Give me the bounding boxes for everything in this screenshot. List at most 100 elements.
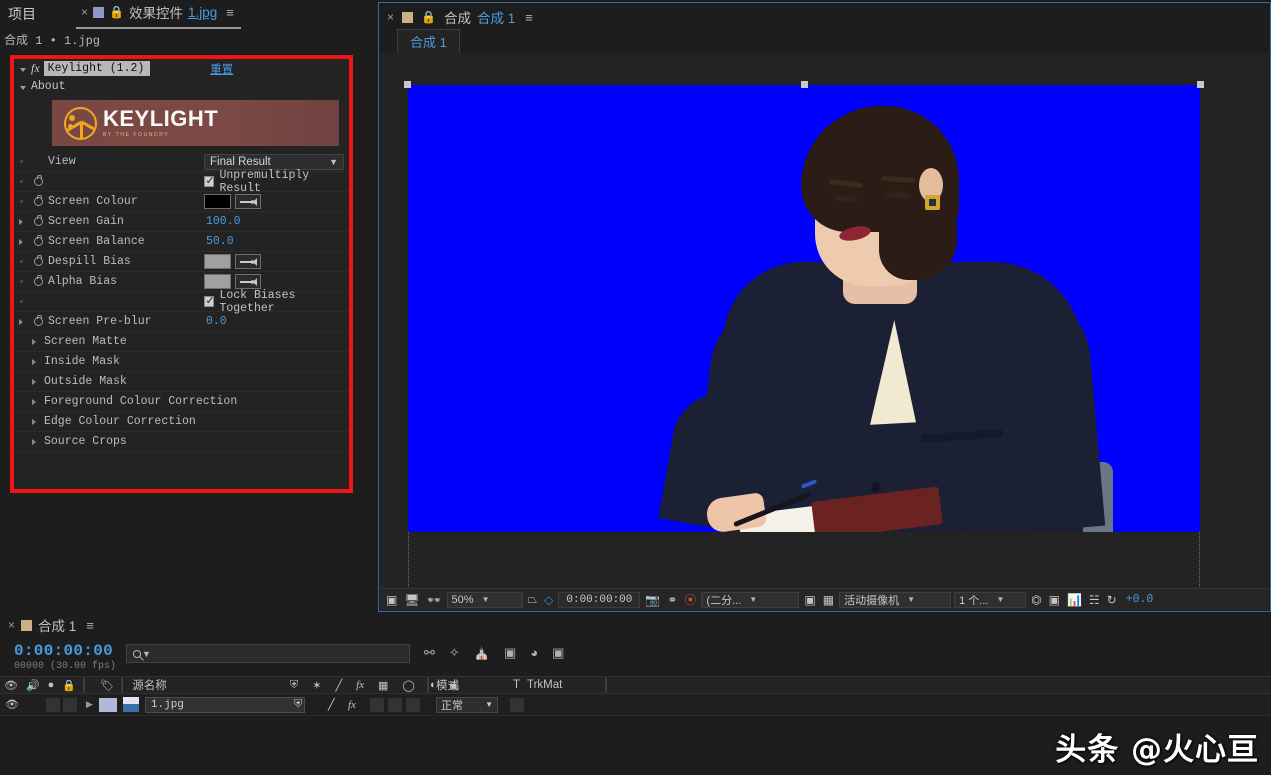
draft-3d-icon[interactable]: ✧ [449, 645, 460, 661]
track-matte-cell[interactable] [510, 697, 524, 712]
frame-handle[interactable] [801, 81, 808, 88]
expand-arrow-icon[interactable]: ▶ [86, 699, 93, 710]
effect-name[interactable]: Keylight (1.2) [43, 61, 151, 76]
hide-shy-layers-icon[interactable]: ⛪ [474, 645, 490, 661]
layer-label-swatch[interactable] [98, 697, 117, 712]
fx-icon[interactable]: fx [352, 679, 368, 691]
expand-arrow-icon[interactable] [32, 338, 36, 345]
unpremultiply-checkbox[interactable]: Unpremultiply Result [204, 169, 349, 195]
switch-cell[interactable] [388, 697, 402, 712]
current-time[interactable]: 0:00:00:00 [14, 642, 116, 660]
section-foreground-colour-correction[interactable]: Foreground Colour Correction [14, 392, 349, 412]
viewer-canvas[interactable] [380, 53, 1269, 588]
stopwatch-icon[interactable] [28, 234, 48, 246]
solo-icon[interactable]: ● [44, 679, 59, 691]
resolution-select[interactable]: (二分... ▼ [701, 591, 800, 608]
stopwatch-icon[interactable] [28, 254, 48, 266]
expand-arrow[interactable] [14, 218, 28, 225]
param-row-screen-gain[interactable]: Screen Gain 100.0 [14, 212, 349, 232]
alpha-bias-swatch[interactable] [204, 274, 231, 289]
param-row-unpremultiply[interactable]: Unpremultiply Result [14, 169, 349, 195]
about-section-header[interactable]: About [14, 78, 349, 95]
layer-visibility-toggle[interactable]: 👁 [0, 698, 24, 711]
composition-frame[interactable] [404, 81, 1204, 532]
reset-button[interactable]: 重置 [210, 61, 233, 77]
fx-icon[interactable]: fx [348, 699, 356, 711]
exposure-value[interactable]: +0.0 [1126, 593, 1154, 606]
audio-speaker-icon[interactable]: 🔊 [22, 679, 44, 692]
comp-navigator-chip[interactable]: 合成 1 [397, 29, 460, 55]
expand-arrow-icon[interactable] [32, 378, 36, 385]
snapshot-icon[interactable]: 📷 [643, 593, 662, 607]
comp-flowchart-icon[interactable]: ☵ [1087, 593, 1102, 607]
timeline-icon[interactable]: 📊 [1065, 593, 1084, 607]
param-row-despill-bias[interactable]: Despill Bias [14, 252, 349, 272]
alpha-bias-controls[interactable] [204, 274, 261, 289]
show-snapshot-icon[interactable]: ⚭ [665, 593, 679, 607]
switch-cell[interactable] [406, 697, 420, 712]
lock-icon[interactable]: 🔒 [421, 10, 436, 25]
frame-handle[interactable] [404, 81, 411, 88]
zoom-select[interactable]: 50% ▼ [446, 591, 523, 608]
always-preview-icon[interactable]: ▣ [384, 593, 399, 607]
toggle-mask-icon[interactable]: ▦ [821, 593, 836, 607]
stopwatch-icon[interactable] [28, 314, 48, 326]
stopwatch-icon[interactable] [28, 174, 48, 186]
table-row[interactable]: 👁 ▶ 1.jpg ⛨ ╱ fx 正常 ▼ [0, 694, 1271, 716]
reset-exposure-icon[interactable]: ↻ [1105, 593, 1119, 607]
3d-layer-icon[interactable]: ✶ [308, 679, 325, 692]
expand-arrow-icon[interactable] [32, 398, 36, 405]
stopwatch-icon[interactable] [28, 274, 48, 286]
parent-icon[interactable]: ⛨ [286, 679, 302, 692]
search-input[interactable]: ▼ [126, 644, 410, 663]
eyedropper-icon[interactable] [235, 254, 261, 269]
tab-effect-controls[interactable]: × 🔒 效果控件 1.jpg ≡ [76, 0, 241, 29]
frame-blending-icon[interactable]: ▣ [504, 645, 516, 661]
column-source-name[interactable]: 源名称 [132, 677, 167, 693]
param-row-screen-colour[interactable]: Screen Colour [14, 192, 349, 212]
layer-lock-cell[interactable] [62, 697, 77, 712]
views-select[interactable]: 1 个... ▼ [954, 591, 1027, 608]
effect-header[interactable]: fx Keylight (1.2) 重置 [14, 59, 349, 78]
frame-handle[interactable] [1197, 81, 1204, 88]
screen-colour-swatch[interactable] [204, 194, 231, 209]
section-inside-mask[interactable]: Inside Mask [14, 352, 349, 372]
label-icon[interactable]: 🏷 [96, 679, 118, 692]
stopwatch-icon[interactable] [28, 214, 48, 226]
current-time-display[interactable]: 0:00:00:00 00000 (30.00 fps) [0, 636, 116, 672]
expand-arrow[interactable] [14, 318, 28, 325]
region-of-interest-icon[interactable]: ◇ [542, 593, 555, 607]
lock-biases-checkbox[interactable]: Lock Biases Together [204, 289, 349, 315]
layer-solo-cell[interactable] [45, 697, 60, 712]
layer-mode-select[interactable]: 正常 ▼ [436, 696, 498, 713]
layer-name[interactable]: 1.jpg [144, 696, 305, 713]
column-trkmat[interactable]: TrkMat [527, 679, 562, 691]
graph-editor-icon[interactable]: ▣ [552, 645, 564, 661]
param-row-screen-pre-blur[interactable]: Screen Pre-blur 0.0 [14, 312, 349, 332]
section-source-crops[interactable]: Source Crops [14, 432, 349, 452]
checkbox-icon[interactable] [204, 174, 215, 187]
panel-menu-icon[interactable]: ≡ [525, 10, 533, 25]
expand-arrow-icon[interactable] [32, 418, 36, 425]
param-row-screen-balance[interactable]: Screen Balance 50.0 [14, 232, 349, 252]
close-icon[interactable]: × [8, 618, 15, 632]
switch-cell[interactable] [370, 697, 384, 712]
camera-select[interactable]: 活动摄像机 ▼ [839, 591, 952, 608]
motion-blur-switch-icon[interactable]: ╱ [328, 698, 335, 711]
section-screen-matte[interactable]: Screen Matte [14, 332, 349, 352]
transparency-grid-icon[interactable]: ▣ [802, 593, 817, 607]
param-value-screen-balance[interactable]: 50.0 [206, 235, 234, 248]
close-icon[interactable]: × [387, 10, 394, 24]
column-mode[interactable]: 模式 [436, 677, 459, 693]
monitor-icon[interactable]: 🖥 [402, 593, 421, 607]
motion-blur-switch-icon[interactable]: ╱ [331, 679, 346, 692]
grid-guides-icon[interactable]: ⏢ [526, 592, 540, 607]
tab-project[interactable]: 项目 [0, 4, 36, 24]
despill-bias-swatch[interactable] [204, 254, 231, 269]
channels-icon[interactable]: ⦿ [682, 591, 698, 608]
parent-icon[interactable]: ⛨ [294, 698, 302, 711]
chevron-down-icon[interactable] [20, 67, 26, 72]
motion-blur-icon[interactable]: ◕ [530, 645, 538, 661]
param-value-screen-pre-blur[interactable]: 0.0 [206, 315, 227, 328]
expand-arrow-icon[interactable] [32, 438, 36, 445]
